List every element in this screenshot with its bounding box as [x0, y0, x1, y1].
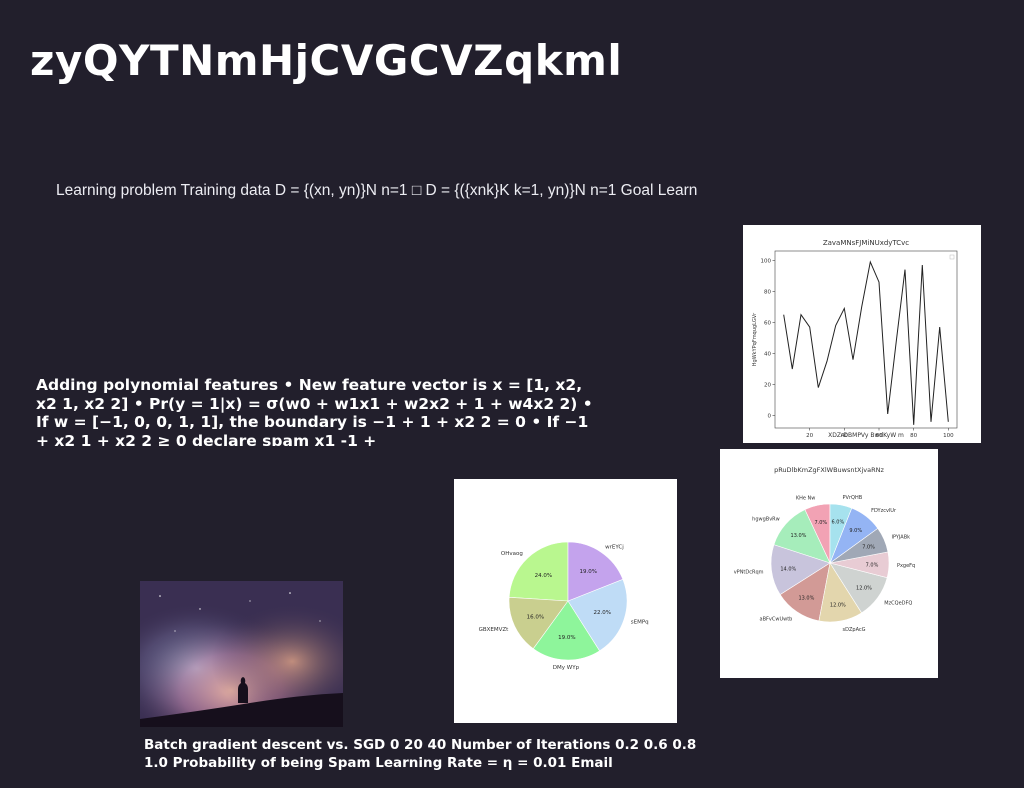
line-chart-ylabel: HgWkYPqFmqugLGVr: [752, 312, 758, 366]
pie2-pct: 7.0%: [866, 562, 879, 568]
bottom-caption: Batch gradient descent vs. SGD 0 20 40 N…: [144, 737, 697, 771]
pie1-pct: 22.0%: [593, 610, 610, 616]
night-sky-photo: [140, 581, 343, 727]
y-tick-label: 0: [768, 414, 772, 420]
line-series: [783, 260, 949, 425]
pie2-label: aBFvCwUwtb: [760, 616, 793, 622]
x-tick-label: 80: [910, 433, 917, 439]
legend-box: [949, 254, 955, 260]
pie2-pct: 7.0%: [862, 544, 875, 550]
y-tick-label: 80: [764, 289, 771, 295]
line-chart-xlabel: XDZrDBMPVy BwdKyW m: [828, 432, 904, 439]
y-tick-label: 20: [764, 383, 771, 389]
pie2-label: PxgeFq: [897, 563, 915, 569]
pie2-label: MzCQeDFQ: [884, 600, 912, 606]
pie-chart-1: OHvaog 24.0% GBXEMVZt 16.0% DMy WYp 19.0% sEMP…: [479, 541, 649, 671]
x-tick-label: 20: [806, 433, 813, 439]
pie1-label: DMy WYp: [553, 665, 580, 671]
pie1-pct: 24.0%: [535, 573, 552, 579]
pie2-pct: 9.0%: [849, 528, 862, 534]
pie1-label: wrEYCj: [605, 544, 624, 550]
pie2-label: PVrQHB: [843, 495, 863, 501]
pie-chart-panel-1: OHvaog 24.0% GBXEMVZt 16.0% DMy WYp 19.0% sEMP…: [454, 479, 677, 723]
pie2-pct: 14.0%: [780, 566, 796, 572]
line-chart-title: ZavaMNsFJMiNUxdyTCvc: [823, 239, 909, 247]
pie1-label: GBXEMVZt: [479, 627, 510, 633]
pie1-pct: 19.0%: [579, 569, 596, 575]
pie2-pct: 13.0%: [791, 533, 807, 539]
line-chart-panel: ZavaMNsFJMiNUxdyTCvc 20 40 60 80 100 0 20 40 60 80…: [743, 225, 981, 443]
pie1-pct: 16.0%: [527, 614, 544, 620]
slide-title: zyQYTNmHjCVGCVZqkml: [30, 36, 623, 85]
pie1-pct: 19.0%: [558, 635, 575, 641]
pie1-label: OHvaog: [501, 551, 523, 557]
polynomial-features-text: Adding polynomial features • New feature…: [36, 376, 593, 446]
pie2-pct: 12.0%: [830, 602, 846, 608]
x-tick-label: 100: [943, 433, 954, 439]
y-tick-label: 100: [761, 258, 772, 264]
pie2-pct: 13.0%: [798, 596, 814, 602]
pie2-label: IPYJABk: [891, 534, 910, 540]
slide-subtitle: Learning problem Training data D = {(xn,…: [56, 182, 698, 199]
pie1-label: sEMPq: [631, 619, 649, 625]
pie2-pct: 7.0%: [814, 520, 827, 526]
pie-chart-panel-2: pRuDlbKmZgFXlWBuwsntXjvaRNz KHe Nw 7.0% hgw…: [720, 449, 938, 678]
pie2-label: KHe Nw: [796, 496, 816, 502]
y-tick-label: 60: [764, 320, 771, 326]
pie2-label: sDZpAcG: [843, 627, 866, 633]
y-tick-label: 40: [764, 351, 771, 357]
pie-chart-2: pRuDlbKmZgFXlWBuwsntXjvaRNz KHe Nw 7.0% hgw…: [734, 466, 916, 633]
line-chart: ZavaMNsFJMiNUxdyTCvc20 40 60 80 100020406080…: [752, 239, 958, 439]
pie2-title: pRuDlbKmZgFXlWBuwsntXjvaRNz: [774, 466, 884, 474]
pie2-pct: 6.0%: [832, 520, 845, 526]
pie2-label: vPNtDcRqm: [734, 569, 764, 575]
pie2-label: FDYzcvlUr: [871, 508, 897, 514]
pie2-pct: 12.0%: [856, 586, 872, 592]
pie2-label: hgwgBvRw: [752, 517, 780, 523]
